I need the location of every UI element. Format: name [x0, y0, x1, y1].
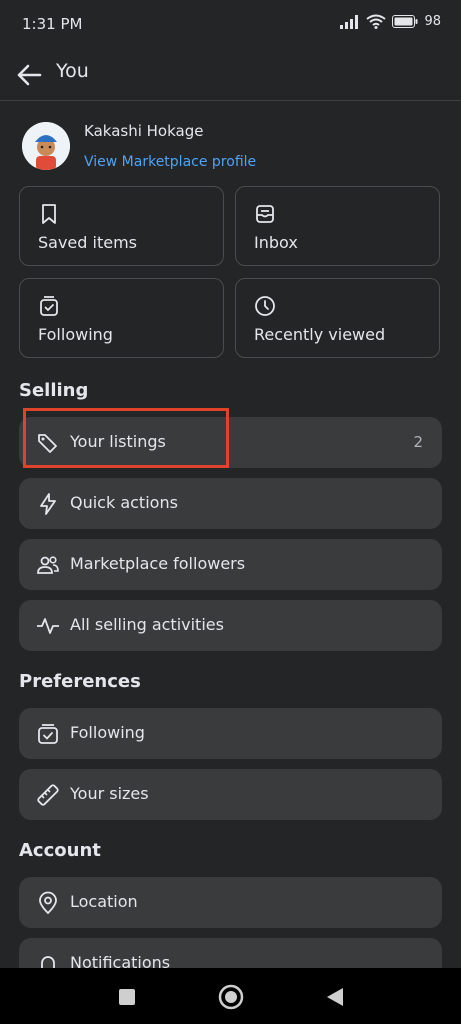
row-label: Marketplace followers: [70, 554, 246, 573]
tile-label: Recently viewed: [254, 325, 386, 344]
status-bar: 1:31 PM 98: [0, 0, 461, 50]
square-icon: [119, 989, 135, 1005]
following-bag-icon: [40, 296, 58, 316]
circle-home-icon: [218, 984, 244, 1010]
status-time: 1:31 PM: [22, 15, 83, 33]
bookmark-icon: [42, 204, 56, 224]
back-nav-button[interactable]: [322, 984, 348, 1010]
marketplace-followers-row[interactable]: Marketplace followers: [19, 539, 442, 590]
location-pin-icon: [39, 891, 57, 915]
your-listings-row[interactable]: Your listings 2: [19, 417, 442, 468]
tile-label: Following: [38, 325, 113, 344]
system-nav-bar: [0, 968, 461, 1024]
inbox-icon: [256, 205, 274, 223]
recently-viewed-tile[interactable]: Recently viewed: [235, 278, 440, 358]
battery-icon: [392, 15, 418, 28]
battery-level: 98: [424, 14, 441, 29]
account-heading: Account: [19, 840, 101, 861]
activity-pulse-icon: [37, 618, 59, 634]
tile-label: Inbox: [254, 233, 298, 252]
row-label: All selling activities: [70, 615, 224, 634]
your-sizes-row[interactable]: Your sizes: [19, 769, 442, 820]
status-icons: 98: [340, 14, 441, 29]
inbox-tile[interactable]: Inbox: [235, 186, 440, 266]
clock-icon: [255, 296, 275, 316]
quick-actions-row[interactable]: Quick actions: [19, 478, 442, 529]
ruler-icon: [37, 784, 59, 806]
tile-label: Saved items: [38, 233, 137, 252]
selling-heading: Selling: [19, 380, 89, 401]
home-button[interactable]: [218, 984, 244, 1010]
all-selling-activities-row[interactable]: All selling activities: [19, 600, 442, 651]
following-bag-icon: [38, 724, 58, 744]
preferences-following-row[interactable]: Following: [19, 708, 442, 759]
preferences-heading: Preferences: [19, 671, 141, 692]
listings-count: 2: [413, 433, 423, 451]
profile-header: Kakashi Hokage View Marketplace profile: [22, 118, 442, 174]
saved-items-tile[interactable]: Saved items: [19, 186, 224, 266]
row-label: Following: [70, 723, 145, 742]
avatar[interactable]: [22, 122, 70, 170]
wifi-icon: [366, 14, 387, 29]
back-arrow-icon: [17, 64, 42, 86]
row-label: Quick actions: [70, 493, 178, 512]
row-label: Your sizes: [70, 784, 149, 803]
recents-button[interactable]: [114, 984, 140, 1010]
following-tile[interactable]: Following: [19, 278, 224, 358]
top-bar: You: [0, 50, 461, 101]
profile-name: Kakashi Hokage: [84, 122, 204, 140]
tag-icon: [38, 434, 57, 453]
lightning-icon: [40, 493, 56, 515]
back-button[interactable]: [12, 58, 46, 92]
people-icon: [37, 556, 59, 574]
triangle-back-icon: [327, 988, 343, 1006]
view-marketplace-profile-link[interactable]: View Marketplace profile: [84, 154, 256, 170]
location-row[interactable]: Location: [19, 877, 442, 928]
signal-icon: [340, 14, 359, 29]
row-label: Location: [70, 892, 138, 911]
row-label: Your listings: [70, 432, 166, 451]
avatar-image: [22, 122, 70, 170]
page-title: You: [56, 60, 89, 82]
